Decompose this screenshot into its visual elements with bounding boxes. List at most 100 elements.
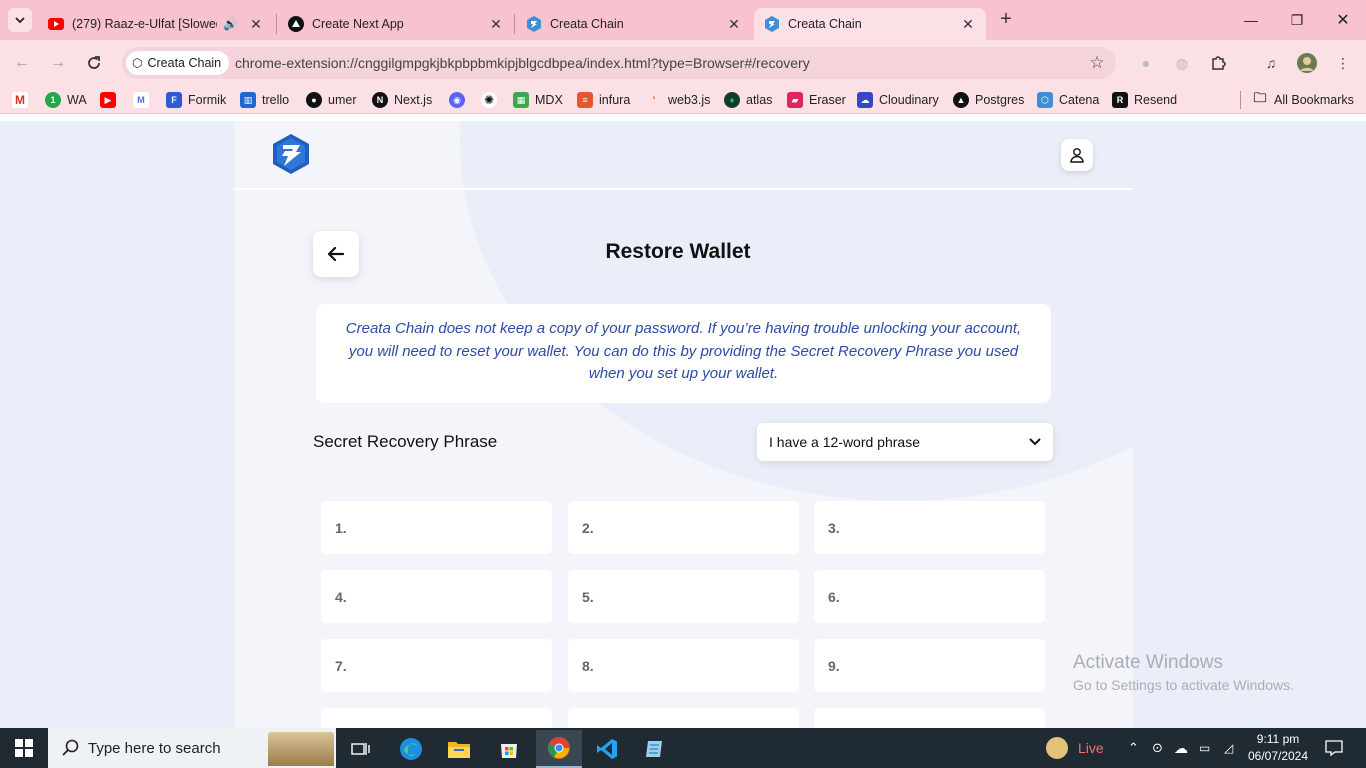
tab-create-next-app[interactable]: Create Next App ✕	[278, 8, 514, 40]
word-input-8[interactable]: 8.	[568, 639, 799, 692]
start-button[interactable]	[0, 728, 48, 768]
word-input-7[interactable]: 7.	[321, 639, 552, 692]
bookmark-star-icon[interactable]: ☆	[1086, 52, 1108, 74]
vscode-icon	[597, 739, 617, 759]
chevron-up-icon: ⌃	[1128, 740, 1139, 755]
bookmark-umer[interactable]: ● umer	[306, 90, 356, 110]
minimize-button[interactable]: —	[1228, 0, 1274, 40]
bookmark-youtube[interactable]: ▶	[100, 90, 122, 110]
resend-icon: R	[1112, 92, 1128, 108]
bookmark-nextjs[interactable]: N Next.js	[372, 90, 432, 110]
bookmark-resend[interactable]: R Resend	[1112, 90, 1177, 110]
bookmark-label: trello	[262, 93, 290, 107]
site-info-chip[interactable]: ⬡ Creata Chain	[126, 51, 230, 75]
bookmark-openai[interactable]: ✺	[481, 90, 503, 110]
system-clock[interactable]: 9:11 pm 06/07/2024	[1237, 731, 1319, 765]
back-button[interactable]	[313, 231, 359, 277]
bookmark-eraser[interactable]: ▰ Eraser	[787, 90, 846, 110]
eraser-icon: ▰	[787, 92, 803, 108]
kebab-menu-icon[interactable]: ⋮	[1332, 52, 1354, 74]
word-input-11[interactable]	[568, 708, 799, 728]
word-input-9[interactable]: 9.	[814, 639, 1045, 692]
bookmark-label: Next.js	[394, 93, 433, 107]
network-button[interactable]: ◿	[1224, 728, 1233, 768]
tab-creata-chain-active[interactable]: Creata Chain ✕	[754, 8, 986, 40]
avatar[interactable]	[1296, 52, 1318, 74]
battery-button[interactable]: ▭	[1199, 728, 1210, 768]
profile-button[interactable]	[1061, 139, 1093, 171]
word-index: 7.	[335, 657, 347, 674]
page-title: Restore Wallet	[605, 240, 751, 263]
bookmark-infura[interactable]: ≡ infura	[577, 90, 630, 110]
word-input-3[interactable]: 3.	[814, 501, 1045, 554]
reload-icon[interactable]	[82, 51, 106, 75]
notes-app[interactable]	[632, 730, 678, 768]
close-icon[interactable]: ✕	[488, 16, 504, 32]
bookmark-cloudinary[interactable]: ☁ Cloudinary	[857, 90, 939, 110]
restore-button[interactable]: ❐	[1274, 0, 1320, 40]
word-input-4[interactable]: 4.	[321, 570, 552, 623]
creata-logo[interactable]	[271, 133, 311, 175]
weather-widget[interactable]: Live	[1046, 728, 1104, 768]
onedrive-button[interactable]: ☁	[1174, 728, 1188, 768]
bookmark-label: Resend	[1134, 93, 1178, 107]
nextjs-icon: N	[372, 92, 388, 108]
creata-icon	[526, 16, 542, 32]
notifications-button[interactable]	[1322, 728, 1346, 768]
bookmark-gmail[interactable]: M	[12, 90, 34, 110]
bookmark-mdx[interactable]: ▦ MDX	[513, 90, 563, 110]
show-hidden-icons[interactable]: ⌃	[1128, 728, 1139, 768]
chevron-down-icon	[15, 17, 25, 24]
close-icon[interactable]: ✕	[960, 16, 976, 32]
bookmark-catena[interactable]: ⬡ Catena	[1037, 90, 1099, 110]
tab-search-button[interactable]	[8, 8, 32, 32]
word-input-6[interactable]: 6.	[814, 570, 1045, 623]
back-arrow-icon[interactable]: ←	[10, 51, 34, 75]
store-app[interactable]	[486, 730, 532, 768]
all-bookmarks-button[interactable]: 🗀 All Bookmarks	[1252, 90, 1353, 110]
bookmark-label: Formik	[188, 93, 227, 107]
close-window-button[interactable]: ✕	[1320, 0, 1366, 40]
bookmark-label: WA	[67, 93, 87, 107]
bookmark-web3js[interactable]: ❜ web3.js	[646, 90, 710, 110]
extension-icon[interactable]: ◍	[1171, 52, 1193, 74]
chrome-app[interactable]	[536, 730, 582, 768]
folder-icon	[448, 742, 470, 758]
edge-app[interactable]	[388, 730, 434, 768]
forward-arrow-icon[interactable]: →	[46, 51, 70, 75]
file-explorer-app[interactable]	[436, 730, 482, 768]
close-icon[interactable]: ✕	[248, 16, 264, 32]
edge-icon	[400, 738, 422, 760]
phrase-length-select[interactable]: I have a 12-word phrase	[757, 423, 1053, 461]
word-input-5[interactable]: 5.	[568, 570, 799, 623]
word-input-1[interactable]: 1.	[321, 501, 552, 554]
media-control-icon[interactable]: ♫	[1260, 52, 1282, 74]
system-icon[interactable]: ⊙	[1152, 728, 1163, 768]
word-input-2[interactable]: 2.	[568, 501, 799, 554]
tab-youtube[interactable]: (279) Raaz-e-Ulfat [Slowed 🔊 ✕	[38, 8, 274, 40]
speaker-icon[interactable]: 🔊	[223, 17, 238, 31]
battery-icon: ▭	[1199, 741, 1211, 755]
taskbar-search[interactable]: Type here to search	[48, 728, 336, 768]
tab-creata-chain[interactable]: Creata Chain ✕	[516, 8, 752, 40]
site-chip-label: Creata Chain	[147, 56, 222, 70]
puzzle-icon[interactable]	[1207, 52, 1229, 74]
bookmark-discord[interactable]: ◉	[449, 90, 471, 110]
close-icon[interactable]: ✕	[726, 16, 742, 32]
vscode-app[interactable]	[584, 730, 630, 768]
word-input-12[interactable]	[814, 708, 1045, 728]
whatsapp-icon: 1	[45, 92, 61, 108]
url-text[interactable]: chrome-extension://cnggilgmpgkjbkpbpbmki…	[235, 55, 810, 71]
word-input-10[interactable]	[321, 708, 552, 728]
bookmark-tool[interactable]: M	[133, 90, 155, 110]
bookmark-trello[interactable]: ▥ trello	[240, 90, 289, 110]
triangle-logo-icon	[288, 16, 304, 32]
extension-icon[interactable]: ●	[1135, 52, 1157, 74]
new-tab-button[interactable]: +	[994, 8, 1018, 32]
bookmark-wa[interactable]: 1 WA	[45, 90, 87, 110]
bookmark-formik[interactable]: F Formik	[166, 90, 226, 110]
mongodb-leaf-icon: ♦	[724, 92, 740, 108]
bookmark-postgres[interactable]: ▲ Postgres	[953, 90, 1024, 110]
bookmark-atlas[interactable]: ♦ atlas	[724, 90, 772, 110]
task-view-button[interactable]	[338, 730, 384, 768]
